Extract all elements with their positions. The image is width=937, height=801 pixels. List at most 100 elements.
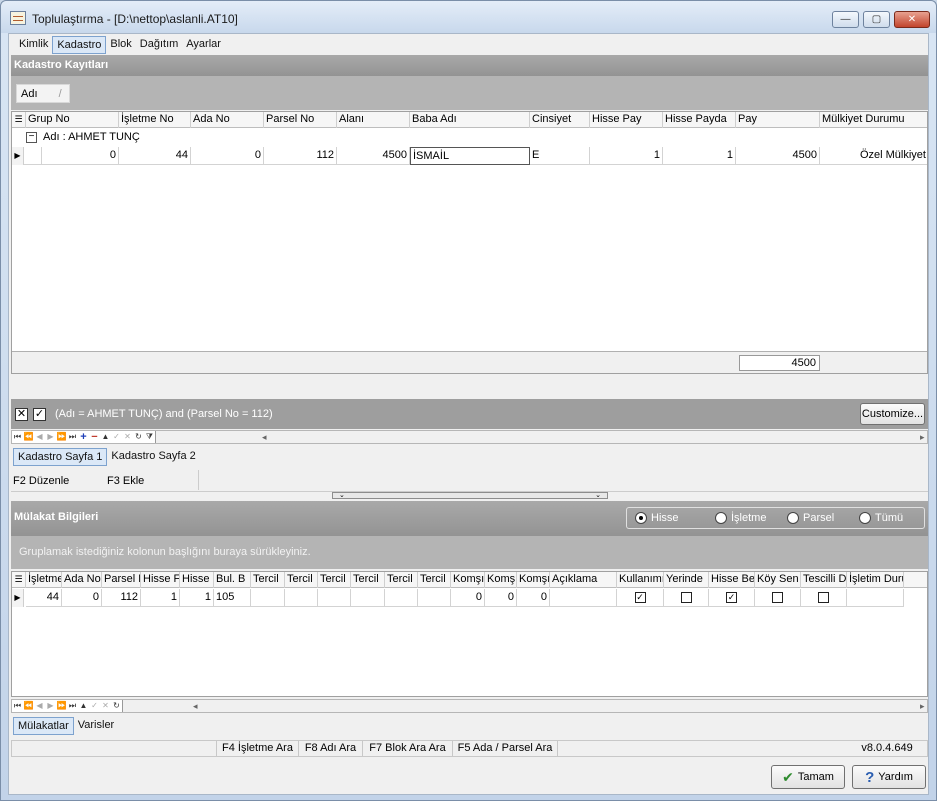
- cell-checkbox[interactable]: [680, 591, 692, 603]
- column-header[interactable]: Tercil: [285, 572, 318, 588]
- scroll-left-arrow[interactable]: ◂: [262, 431, 267, 443]
- filter-clear-icon[interactable]: ✕: [15, 408, 28, 421]
- tab-blok[interactable]: Blok: [106, 36, 135, 54]
- radio-3[interactable]: Parsel: [787, 512, 834, 524]
- column-header[interactable]: Parsel No: [264, 112, 337, 128]
- subtab[interactable]: Kadastro Sayfa 1: [13, 448, 108, 466]
- scroll-right-arrow[interactable]: ▸: [920, 431, 925, 443]
- group-row[interactable]: − Adı : AHMET TUNÇ: [12, 129, 927, 147]
- cell-isletme-no[interactable]: 44: [119, 147, 191, 165]
- tab-kadastro[interactable]: Kadastro: [52, 36, 107, 54]
- filter-enable-checkbox[interactable]: ✓: [33, 408, 46, 421]
- column-header[interactable]: İşletim Durum: [847, 572, 904, 588]
- cell-checkbox[interactable]: [772, 591, 783, 603]
- nav-button[interactable]: ⏮: [12, 700, 23, 712]
- tab-ayarlar[interactable]: Ayarlar: [182, 36, 225, 54]
- column-header[interactable]: Hisse Be: [709, 572, 755, 588]
- status-hotkey[interactable]: F5 Ada / Parsel Ara: [453, 741, 558, 756]
- cell-empty[interactable]: [351, 589, 385, 607]
- cell-parsel-no[interactable]: 112: [264, 147, 337, 165]
- column-header[interactable]: İşletme: [26, 572, 62, 588]
- title-bar[interactable]: Toplulaştırma - [D:\nettop\aslanli.AT10]…: [1, 1, 936, 33]
- cell-hisse-pay[interactable]: 1: [141, 589, 180, 607]
- nav-button[interactable]: ↻: [133, 431, 144, 443]
- column-header[interactable]: Açıklama: [550, 572, 617, 588]
- close-button[interactable]: ✕: [894, 11, 930, 28]
- nav-button[interactable]: ✓: [89, 700, 100, 712]
- nav-button[interactable]: +: [78, 431, 89, 443]
- cell-empty[interactable]: [318, 589, 351, 607]
- cell-cinsiyet[interactable]: E: [530, 147, 590, 165]
- status-hotkey[interactable]: F7 Blok Ara Ara: [363, 741, 453, 756]
- nav-button[interactable]: ⏮: [12, 431, 23, 443]
- cell-mulkiyet[interactable]: Özel Mülkiyet: [820, 147, 927, 165]
- nav-button[interactable]: ✓: [111, 431, 122, 443]
- tab-dağıtım[interactable]: Dağıtım: [136, 36, 183, 54]
- column-chooser-icon[interactable]: ☰: [12, 572, 26, 588]
- tab-kimlik[interactable]: Kimlik: [15, 36, 52, 54]
- cell-ada-no[interactable]: 0: [191, 147, 264, 165]
- column-header[interactable]: Pay: [736, 112, 820, 128]
- nav-button[interactable]: ⧩: [144, 431, 155, 443]
- radio-dot[interactable]: [635, 512, 647, 524]
- subtab[interactable]: Kadastro Sayfa 2: [107, 448, 199, 466]
- cell-kullanimi[interactable]: ✓: [617, 589, 664, 607]
- column-header[interactable]: Grup No: [26, 112, 119, 128]
- status-hotkey[interactable]: F8 Adı Ara: [299, 741, 363, 756]
- splitter-handle[interactable]: ⌄ ⌄: [332, 492, 608, 499]
- nav-button[interactable]: ◀: [34, 431, 45, 443]
- cell-hisse-payda[interactable]: 1: [663, 147, 736, 165]
- kadastro-group-area[interactable]: Adı /: [11, 76, 928, 110]
- nav-button[interactable]: ⏭: [67, 700, 78, 712]
- radio-dot[interactable]: [715, 512, 727, 524]
- cell-empty[interactable]: [847, 589, 904, 607]
- collapse-icon[interactable]: −: [26, 132, 37, 143]
- group-chip-adi[interactable]: Adı /: [16, 84, 70, 103]
- column-header[interactable]: Tercil: [251, 572, 285, 588]
- column-header[interactable]: Kullanımı: [617, 572, 664, 588]
- cell-komsu3[interactable]: 0: [517, 589, 550, 607]
- column-header[interactable]: İşletme No: [119, 112, 191, 128]
- help-button[interactable]: ? Yardım: [852, 765, 926, 789]
- maximize-button[interactable]: ▢: [863, 11, 890, 28]
- cell-komsu2[interactable]: 0: [485, 589, 517, 607]
- column-header[interactable]: Tercil: [318, 572, 351, 588]
- subtab[interactable]: Mülakatlar: [13, 717, 74, 735]
- radio-dot[interactable]: [859, 512, 871, 524]
- filter-text[interactable]: (Adı = AHMET TUNÇ) and (Parsel No = 112): [55, 408, 273, 420]
- status-hotkey[interactable]: F4 İşletme Ara: [217, 741, 299, 756]
- nav-button[interactable]: −: [89, 431, 100, 443]
- cell-baba-adi[interactable]: İSMAİL: [410, 147, 530, 165]
- column-header[interactable]: Cinsiyet: [530, 112, 590, 128]
- cell-checkbox[interactable]: ✓: [634, 591, 646, 603]
- hotkey-add[interactable]: F3 Ekle: [107, 475, 144, 487]
- column-header[interactable]: Hisse F: [180, 572, 214, 588]
- nav-button[interactable]: ⏩: [56, 700, 67, 712]
- column-header[interactable]: Alanı: [337, 112, 410, 128]
- cell-empty[interactable]: [285, 589, 318, 607]
- cell-checkbox[interactable]: ✓: [726, 591, 737, 603]
- nav-button[interactable]: ⏪: [23, 700, 34, 712]
- column-header[interactable]: Bul. B: [214, 572, 251, 588]
- table-row[interactable]: ▶ 0 44 0 112 4500 İSMAİL E 1 1 4500 Özel Mülkiyet: [12, 147, 927, 165]
- cell-alani[interactable]: 4500: [337, 147, 410, 165]
- column-header[interactable]: Tercil: [385, 572, 418, 588]
- cell-hisse-be[interactable]: ✓: [709, 589, 755, 607]
- cell-empty[interactable]: [385, 589, 418, 607]
- column-chooser-icon[interactable]: ☰: [12, 112, 26, 128]
- scroll-left-arrow[interactable]: ◂: [193, 700, 198, 712]
- column-header[interactable]: Hisse F: [141, 572, 180, 588]
- nav-button[interactable]: ⏩: [56, 431, 67, 443]
- nav-button[interactable]: ⏭: [67, 431, 78, 443]
- column-header[interactable]: Ada No: [191, 112, 264, 128]
- nav-button[interactable]: ▶: [45, 700, 56, 712]
- cell-empty[interactable]: [550, 589, 617, 607]
- column-header[interactable]: Yerinde: [664, 572, 709, 588]
- cell-hisse-pay[interactable]: 1: [590, 147, 663, 165]
- column-header[interactable]: Parsel N: [102, 572, 141, 588]
- mulakat-grid[interactable]: ☰ İşletmeAda NoParsel NHisse FHisse FBul…: [11, 571, 928, 697]
- column-header[interactable]: Mülkiyet Durumu: [820, 112, 927, 128]
- radio-dot[interactable]: [787, 512, 799, 524]
- cell-hisse-payda[interactable]: 1: [180, 589, 214, 607]
- cell-parsel-no[interactable]: 112: [102, 589, 141, 607]
